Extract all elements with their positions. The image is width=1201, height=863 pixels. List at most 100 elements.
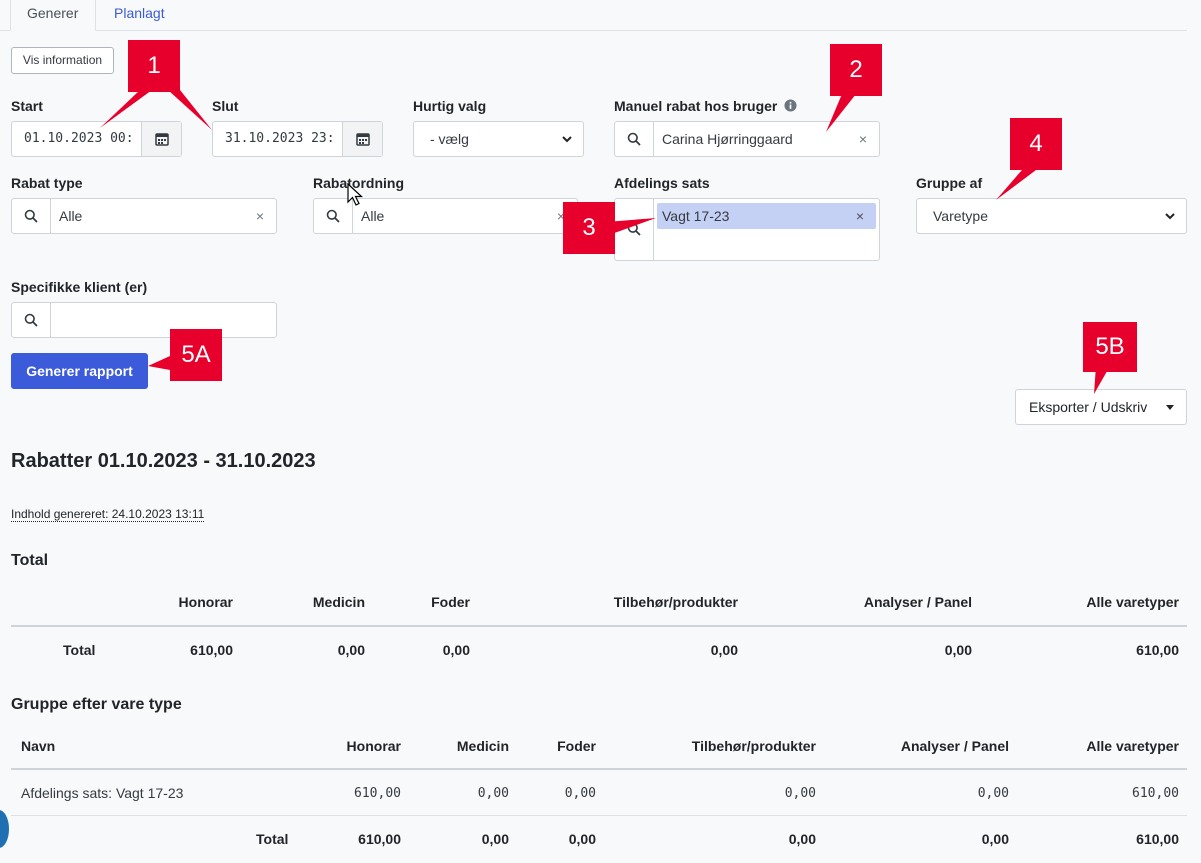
manual-user-value: Carina Hjørringgaard — [662, 131, 793, 147]
export-print-label: Eksporter / Udskriv — [1029, 399, 1148, 415]
tab-planlagt[interactable]: Planlagt — [98, 0, 181, 31]
total-cell: 0,00 — [710, 642, 738, 658]
end-date-input[interactable]: 31.10.2023 23: — [212, 121, 383, 157]
clients-select[interactable] — [11, 302, 277, 338]
end-label: Slut — [212, 98, 239, 114]
group-by-dropdown[interactable]: Varetype — [916, 198, 1187, 234]
dept-rate-label: Afdelings sats — [614, 175, 710, 191]
col-header: Analyser / Panel — [900, 738, 1009, 754]
total-cell: 0,00 — [981, 831, 1009, 847]
total-cell: 610,00 — [1136, 642, 1179, 658]
start-calendar-button[interactable] — [141, 122, 181, 156]
search-icon-box — [12, 303, 51, 337]
rebate-scheme-value: Alle — [361, 208, 385, 224]
callout-4: 4 — [1010, 118, 1062, 170]
table-cell: 0,00 — [784, 786, 816, 801]
total-heading: Total — [11, 552, 49, 569]
table-divider — [11, 625, 1187, 627]
search-icon — [627, 222, 641, 236]
col-header: Honorar — [346, 738, 401, 754]
total-cell: 0,00 — [568, 831, 596, 847]
help-bubble-icon[interactable] — [0, 810, 9, 848]
total-cell: 610,00 — [190, 642, 233, 658]
search-icon-box — [12, 199, 51, 233]
end-calendar-button[interactable] — [342, 122, 382, 156]
callout-5b: 5B — [1083, 322, 1137, 372]
total-cell: 0,00 — [337, 642, 365, 658]
manual-user-select[interactable]: Carina Hjørringgaard × — [614, 121, 880, 157]
table-cell: 610,00 — [1132, 786, 1179, 801]
col-header: Foder — [431, 594, 470, 610]
dept-rate-chip: Vagt 17-23 × — [657, 203, 876, 229]
total-cell: 0,00 — [442, 642, 470, 658]
clear-icon[interactable]: × — [859, 131, 867, 147]
table-cell: 0,00 — [977, 786, 1009, 801]
table-divider — [11, 815, 1187, 816]
col-header: Analyser / Panel — [863, 594, 972, 610]
total-row-label: Total — [63, 642, 96, 658]
col-header: Tilbehør/produkter — [691, 738, 816, 754]
start-date-input[interactable]: 01.10.2023 00: — [11, 121, 182, 157]
tab-bar: Generer Planlagt — [0, 0, 1187, 31]
callout-2: 2 — [830, 44, 882, 96]
caret-down-icon — [1166, 405, 1174, 410]
dept-rate-select[interactable]: Vagt 17-23 × — [614, 198, 880, 261]
callout-1: 1 — [128, 40, 180, 92]
calendar-icon — [356, 133, 370, 146]
remove-chip-icon[interactable]: × — [856, 208, 864, 224]
generated-timestamp: Indhold genereret: 24.10.2023 13:11 — [11, 507, 205, 522]
rebate-type-value: Alle — [59, 208, 83, 224]
callout-5a: 5A — [170, 329, 222, 381]
col-header: Alle varetyper — [1086, 738, 1179, 754]
search-icon-box — [615, 199, 654, 260]
total-cell: 610,00 — [1136, 831, 1179, 847]
start-date-value: 01.10.2023 00: — [24, 131, 134, 146]
search-icon — [24, 313, 38, 327]
tab-generer[interactable]: Generer — [10, 0, 96, 31]
total-cell: 0,00 — [944, 642, 972, 658]
col-header: Medicin — [312, 594, 365, 610]
generate-report-button[interactable]: Generer rapport — [11, 353, 148, 389]
info-icon — [784, 99, 797, 112]
manual-user-label-text: Manuel rabat hos bruger — [614, 98, 778, 114]
export-print-button[interactable]: Eksporter / Udskriv — [1015, 389, 1187, 425]
clients-label: Specifikke klient (er) — [11, 279, 148, 295]
manual-user-label: Manuel rabat hos bruger — [614, 98, 797, 114]
report-title: Rabatter 01.10.2023 - 31.10.2023 — [11, 450, 316, 472]
total-cell: 610,00 — [358, 831, 401, 847]
col-header: Foder — [557, 738, 596, 754]
end-date-value: 31.10.2023 23: — [225, 131, 335, 146]
table-divider — [11, 768, 1187, 770]
calendar-icon — [155, 133, 169, 146]
search-icon — [24, 209, 38, 223]
quick-select-dropdown[interactable]: - vælg — [413, 121, 584, 157]
table-cell: 0,00 — [477, 786, 509, 801]
group-heading: Gruppe efter vare type — [11, 696, 182, 713]
table-cell: 0,00 — [564, 786, 596, 801]
start-label: Start — [11, 98, 43, 114]
group-row-name: Afdelings sats: Vagt 17-23 — [21, 785, 184, 801]
search-icon-box — [615, 122, 654, 156]
callout-3: 3 — [563, 202, 615, 254]
group-by-value: Varetype — [933, 208, 988, 224]
quick-select-value: - vælg — [430, 131, 469, 147]
chevron-down-icon — [1165, 213, 1175, 220]
dept-rate-chip-label: Vagt 17-23 — [662, 208, 730, 224]
search-icon — [627, 132, 641, 146]
quick-select-label: Hurtig valg — [413, 98, 487, 114]
col-header: Navn — [21, 738, 56, 754]
table-cell: 610,00 — [354, 786, 401, 801]
col-header: Tilbehør/produkter — [613, 594, 738, 610]
rebate-type-select[interactable]: Alle × — [11, 198, 277, 234]
mouse-cursor-icon — [347, 183, 364, 206]
rebate-type-label: Rabat type — [11, 175, 83, 191]
col-header: Honorar — [178, 594, 233, 610]
search-icon — [326, 209, 340, 223]
clear-icon[interactable]: × — [256, 208, 264, 224]
col-header: Medicin — [456, 738, 509, 754]
total-cell: 0,00 — [481, 831, 509, 847]
total-cell: 0,00 — [788, 831, 816, 847]
show-info-button[interactable]: Vis information — [11, 47, 114, 74]
col-header: Alle varetyper — [1086, 594, 1179, 610]
group-by-label: Gruppe af — [916, 175, 983, 191]
